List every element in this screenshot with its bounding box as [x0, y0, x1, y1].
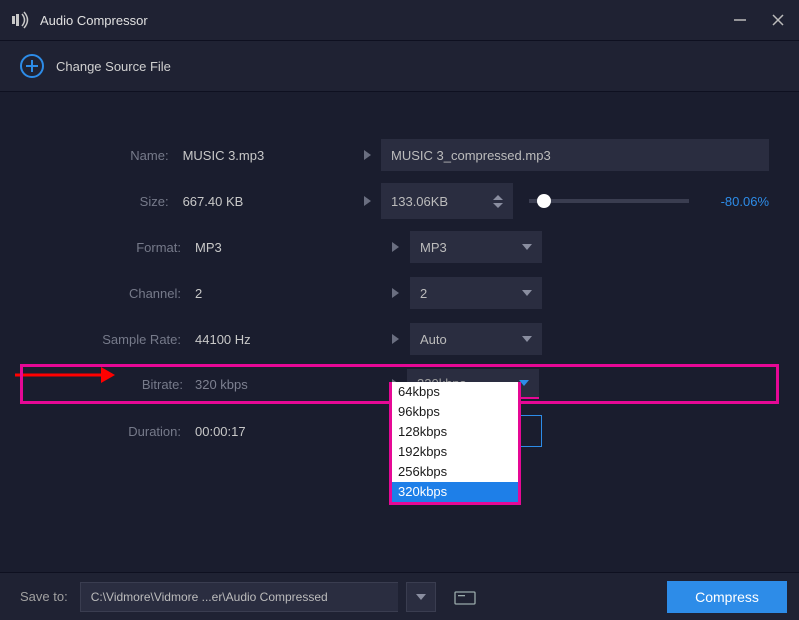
format-selected: MP3	[420, 240, 447, 255]
duration-label: Duration:	[20, 424, 195, 439]
save-path-box[interactable]: C:\Vidmore\Vidmore ...er\Audio Compresse…	[80, 582, 398, 612]
bitrate-option[interactable]: 96kbps	[392, 402, 518, 422]
chevron-down-icon	[522, 244, 532, 250]
stepper-up-icon[interactable]	[493, 195, 503, 200]
target-size-stepper[interactable]: 133.06KB	[381, 183, 513, 219]
channel-dropdown[interactable]: 2	[410, 277, 542, 309]
bitrate-option[interactable]: 128kbps	[392, 422, 518, 442]
row-size: Size: 667.40 KB 133.06KB -80.06%	[20, 178, 779, 224]
window-controls	[731, 11, 787, 29]
change-source-label: Change Source File	[56, 59, 171, 74]
bitrate-option[interactable]: 192kbps	[392, 442, 518, 462]
row-samplerate: Sample Rate: 44100 Hz Auto	[20, 316, 779, 362]
chevron-right-icon	[392, 288, 399, 298]
row-name: Name: MUSIC 3.mp3	[20, 132, 779, 178]
source-bar[interactable]: Change Source File	[0, 40, 799, 92]
bitrate-source: 320 kbps	[195, 377, 380, 392]
channel-selected: 2	[420, 286, 427, 301]
size-source: 667.40 KB	[183, 194, 354, 209]
size-slider[interactable]	[529, 199, 689, 203]
minimize-button[interactable]	[731, 11, 749, 29]
format-dropdown[interactable]: MP3	[410, 231, 542, 263]
channel-label: Channel:	[20, 286, 195, 301]
open-folder-button[interactable]	[452, 587, 478, 607]
titlebar: Audio Compressor	[0, 0, 799, 40]
stepper-down-icon[interactable]	[493, 203, 503, 208]
bottom-bar: Save to: C:\Vidmore\Vidmore ...er\Audio …	[0, 572, 799, 620]
settings-form: Name: MUSIC 3.mp3 Size: 667.40 KB 133.06…	[0, 92, 799, 474]
samplerate-selected: Auto	[420, 332, 447, 347]
chevron-right-icon	[392, 334, 399, 344]
saveto-label: Save to:	[20, 589, 68, 604]
name-source: MUSIC 3.mp3	[183, 148, 354, 163]
chevron-right-icon	[392, 242, 399, 252]
samplerate-source: 44100 Hz	[195, 332, 380, 347]
name-label: Name:	[20, 148, 183, 163]
bitrate-option[interactable]: 320kbps	[392, 482, 518, 502]
close-button[interactable]	[769, 11, 787, 29]
samplerate-label: Sample Rate:	[20, 332, 195, 347]
chevron-down-icon	[522, 290, 532, 296]
app-icon	[10, 9, 32, 31]
save-path-text: C:\Vidmore\Vidmore ...er\Audio Compresse…	[91, 590, 328, 604]
bitrate-option[interactable]: 64kbps	[392, 382, 518, 402]
bitrate-label: Bitrate:	[23, 377, 195, 392]
duration-value: 00:00:17	[195, 424, 380, 439]
bitrate-option[interactable]: 256kbps	[392, 462, 518, 482]
slider-thumb[interactable]	[537, 194, 551, 208]
compress-button[interactable]: Compress	[667, 581, 787, 613]
chevron-down-icon	[416, 594, 426, 600]
row-channel: Channel: 2 2	[20, 270, 779, 316]
add-icon	[20, 54, 44, 78]
output-name-input[interactable]	[381, 139, 769, 171]
channel-source: 2	[195, 286, 380, 301]
bitrate-dropdown-menu[interactable]: 64kbps96kbps128kbps192kbps256kbps320kbps	[389, 382, 521, 505]
chevron-down-icon	[522, 336, 532, 342]
size-percent: -80.06%	[707, 194, 769, 209]
chevron-right-icon	[364, 150, 371, 160]
samplerate-dropdown[interactable]: Auto	[410, 323, 542, 355]
chevron-right-icon	[364, 196, 371, 206]
size-label: Size:	[20, 194, 183, 209]
target-size-value: 133.06KB	[391, 194, 448, 209]
format-label: Format:	[20, 240, 195, 255]
window-title: Audio Compressor	[40, 13, 731, 28]
row-format: Format: MP3 MP3	[20, 224, 779, 270]
save-path-dropdown[interactable]	[406, 582, 436, 612]
format-source: MP3	[195, 240, 380, 255]
